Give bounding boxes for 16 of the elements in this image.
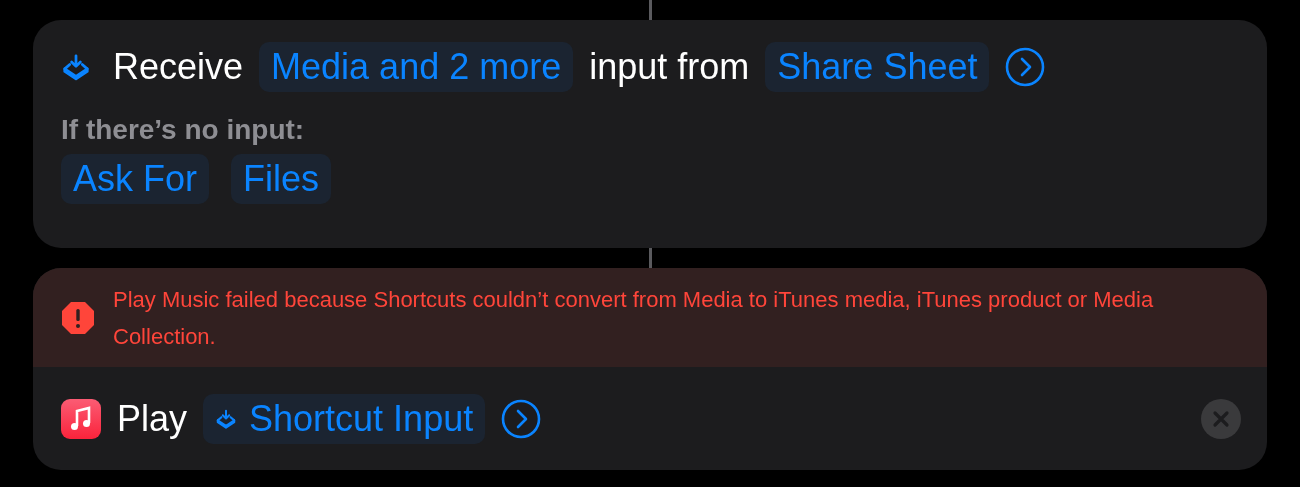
chevron-right-icon[interactable] [501, 398, 542, 439]
action-connector-text: input from [589, 46, 750, 88]
error-octagon-icon [61, 300, 95, 335]
shortcut-input-token[interactable]: Shortcut Input [203, 393, 486, 444]
error-message: Play Music failed because Shortcuts couldn’t convert from Media to iTunes media, iTunes product or Media Collection. [113, 285, 1155, 351]
option-token[interactable]: Ask For [61, 154, 209, 204]
option-token[interactable]: Files [231, 154, 332, 204]
input-types-token[interactable]: Media and 2 more [259, 42, 574, 92]
music-app-icon [61, 398, 101, 439]
tray-download-icon [61, 52, 91, 82]
action-verb: Play [117, 397, 188, 440]
source-token[interactable]: Share Sheet [765, 42, 990, 92]
tray-download-icon [215, 407, 238, 430]
chevron-right-icon[interactable] [1005, 47, 1046, 87]
no-input-label: If there’s no input: [61, 114, 306, 146]
action-verb: Receive [113, 46, 244, 88]
